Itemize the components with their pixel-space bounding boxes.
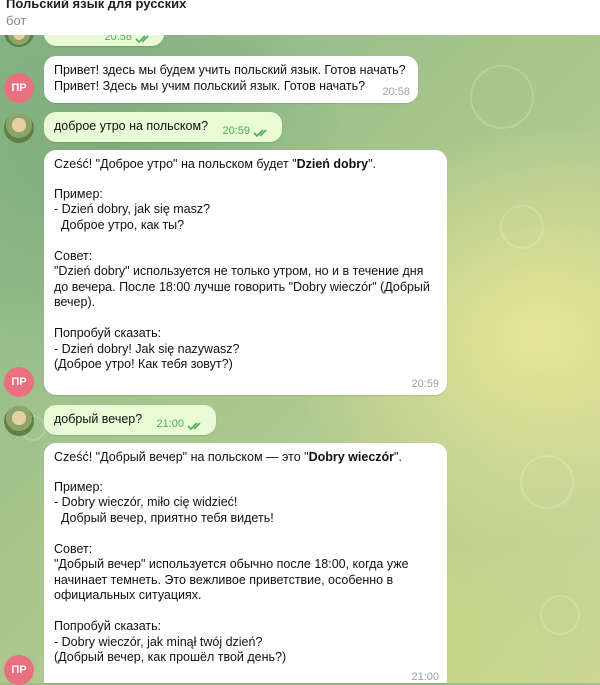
message-intro: Cześć! "Доброе утро" на польском будет "… (54, 157, 437, 173)
message-time: 21:00 (156, 417, 184, 433)
doodle-pattern (540, 595, 580, 635)
bot-avatar[interactable]: ПР (4, 655, 34, 685)
message-line: Привет! Здесь мы учим польский язык. Гот… (54, 79, 408, 95)
intro-text: Cześć! "Добрый вечер" на польском — это … (54, 450, 309, 464)
doodle-pattern (500, 205, 544, 249)
message-text: Пример: - Dzień dobry, jak się masz? Доб… (54, 187, 437, 373)
double-check-icon (253, 128, 273, 138)
bot-avatar[interactable]: ПР (4, 73, 34, 103)
message-text: добрый вечер? (54, 412, 142, 426)
message-bubble-incoming[interactable]: Привет! здесь мы будем учить польский яз… (44, 56, 418, 103)
chat-title: Польский язык для русских (6, 0, 186, 11)
user-avatar[interactable] (4, 113, 34, 143)
chat-header[interactable]: Польский язык для русских бот (0, 0, 600, 35)
message-time: 20:58 (382, 85, 410, 101)
message-text: Пример: - Dobry wieczór, miło cię widzie… (54, 480, 437, 666)
user-avatar[interactable] (4, 406, 34, 436)
intro-text-end: ". (368, 157, 376, 171)
message-bubble-outgoing[interactable]: добрый вечер? 21:00 (44, 405, 216, 435)
double-check-icon (187, 421, 207, 431)
message-bubble-outgoing[interactable]: доброе утро на польском? 20:59 (44, 112, 282, 142)
doodle-pattern (520, 455, 574, 509)
bold-phrase: Dzień dobry (297, 157, 369, 171)
message-intro: Cześć! "Добрый вечер" на польском — это … (54, 450, 437, 466)
intro-text-end: ". (394, 450, 402, 464)
double-check-icon (135, 34, 155, 44)
doodle-pattern (470, 65, 534, 129)
message-line: Привет! здесь мы будем учить польский яз… (54, 63, 408, 79)
bold-phrase: Dobry wieczór (309, 450, 394, 464)
message-time: 20:59 (411, 377, 439, 393)
intro-text: Cześć! "Доброе утро" на польском будет " (54, 157, 297, 171)
message-bubble-incoming[interactable]: Cześć! "Доброе утро" на польском будет "… (44, 150, 447, 395)
chat-subtitle: бот (6, 13, 26, 28)
message-time: 20:59 (222, 124, 250, 140)
bot-avatar[interactable]: ПР (4, 367, 34, 397)
message-bubble-incoming[interactable]: Cześć! "Добрый вечер" на польском — это … (44, 443, 447, 683)
message-text: доброе утро на польском? (54, 119, 208, 133)
